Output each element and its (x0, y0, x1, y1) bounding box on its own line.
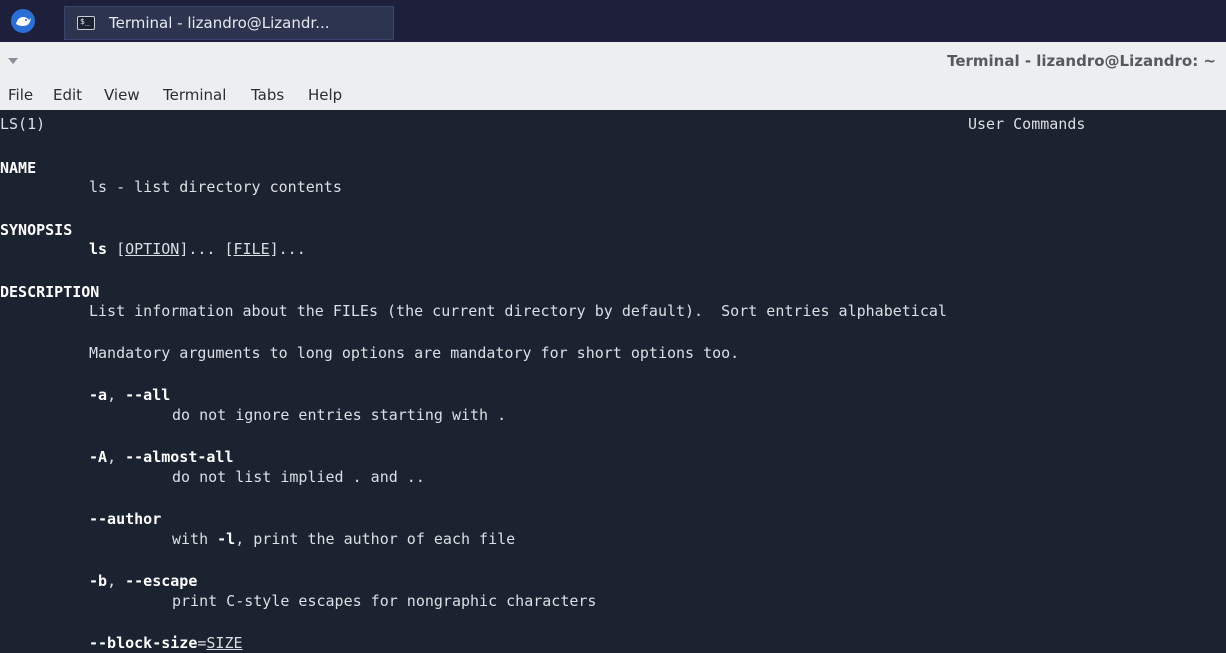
menu-tabs[interactable]: Tabs (251, 86, 284, 104)
menubar: File Edit View Terminal Tabs Help (0, 82, 1226, 110)
terminal-area[interactable]: LS(1) User Commands NAME ls - list direc… (0, 110, 1226, 653)
menu-terminal[interactable]: Terminal (163, 86, 226, 104)
taskbar: $_ Terminal - lizandro@Lizandr... (0, 0, 1226, 42)
taskbar-terminal-label: Terminal - lizandro@Lizandr... (109, 14, 330, 32)
option-A: -A, --almost-all (89, 448, 234, 466)
option-A-desc: do not list implied . and .. (172, 468, 425, 486)
option-block-size: --block-size=SIZE (89, 634, 243, 652)
option-author-desc: with -l, print the author of each file (172, 530, 516, 548)
section-description-heading: DESCRIPTION (0, 283, 100, 301)
synopsis-line: ls [OPTION]... [FILE]... (89, 240, 306, 258)
section-name-heading: NAME (0, 159, 37, 177)
name-text: ls - list directory contents (89, 178, 342, 196)
option-a: -a, --all (89, 386, 171, 404)
menu-edit[interactable]: Edit (53, 86, 82, 104)
man-header-right: User Commands (968, 115, 1086, 133)
window-menu-icon[interactable] (8, 58, 18, 64)
menu-help[interactable]: Help (308, 86, 342, 104)
option-b-desc: print C-style escapes for nongraphic cha… (172, 592, 597, 610)
menu-view[interactable]: View (104, 86, 140, 104)
option-a-desc: do not ignore entries starting with . (172, 406, 507, 424)
option-author: --author (89, 510, 162, 528)
section-synopsis-heading: SYNOPSIS (0, 221, 73, 239)
menu-file[interactable]: File (8, 86, 33, 104)
description-line-2: Mandatory arguments to long options are … (89, 344, 740, 362)
option-b: -b, --escape (89, 572, 198, 590)
description-line-1: List information about the FILEs (the cu… (89, 302, 947, 320)
whisker-menu-icon[interactable] (10, 8, 36, 34)
terminal-icon: $_ (77, 16, 95, 30)
man-header-left: LS(1) (0, 115, 46, 133)
taskbar-terminal-button[interactable]: $_ Terminal - lizandro@Lizandr... (64, 6, 394, 40)
window-titlebar[interactable]: Terminal - lizandro@Lizandro: ~ (0, 42, 1226, 83)
window-title: Terminal - lizandro@Lizandro: ~ (947, 52, 1216, 70)
